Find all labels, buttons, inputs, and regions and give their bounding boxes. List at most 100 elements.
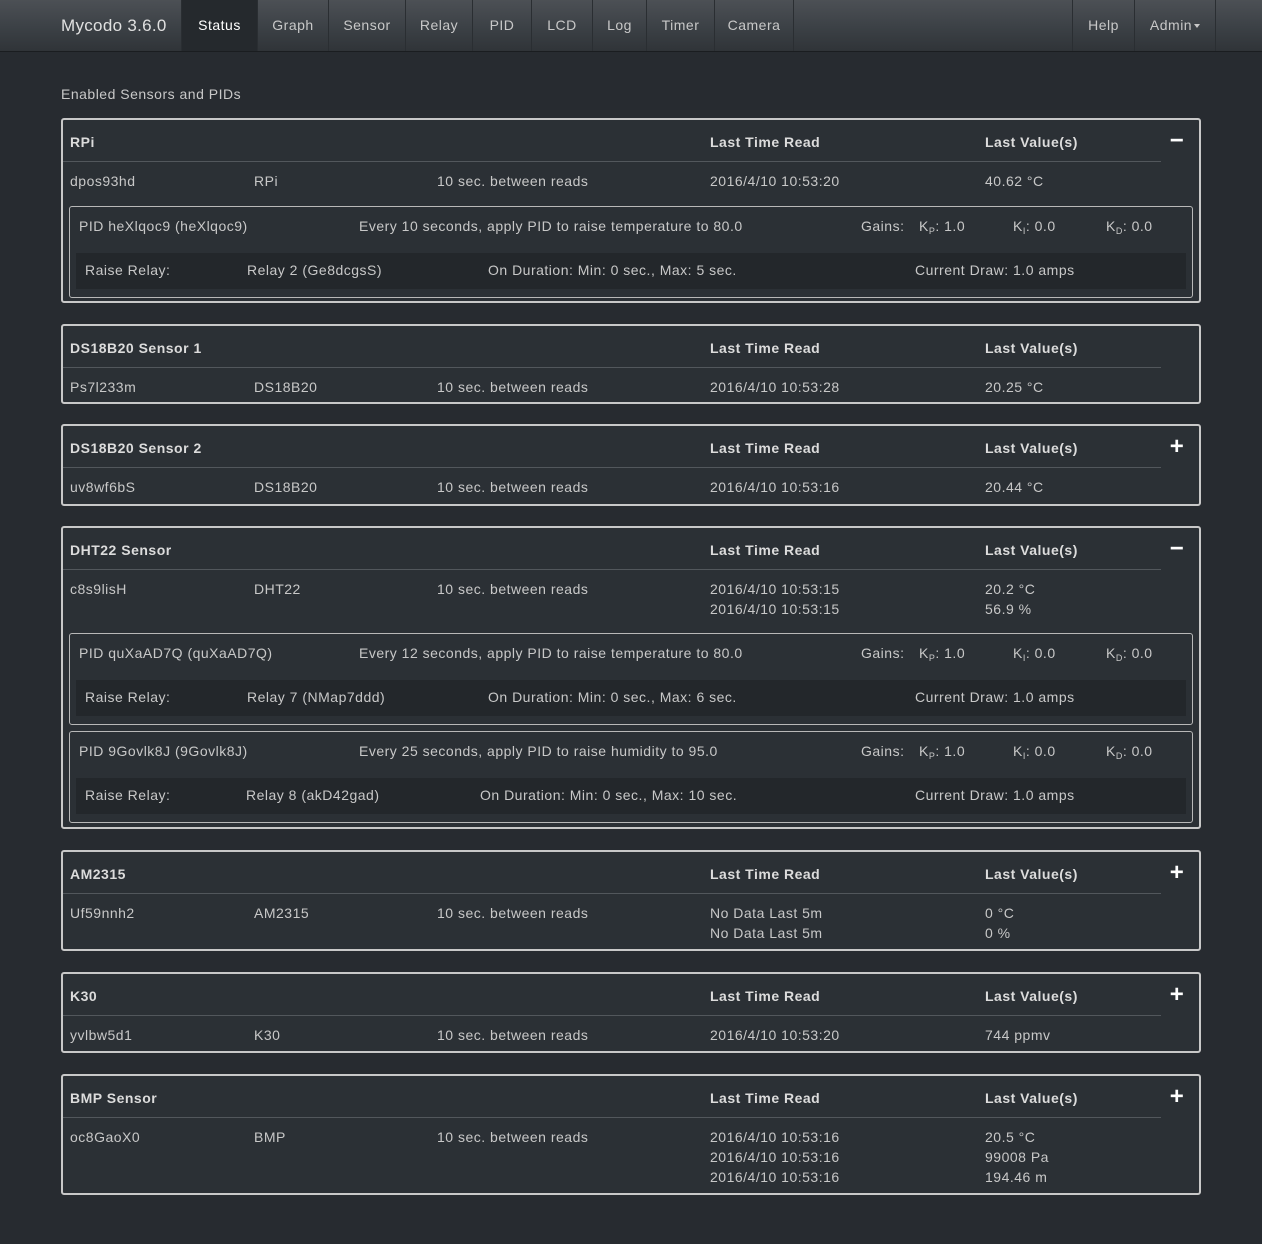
expand-plus-icon[interactable]: + [1167, 983, 1187, 1007]
collapse-minus-icon[interactable]: − [1167, 129, 1187, 153]
collapse-minus-icon[interactable]: − [1167, 537, 1187, 561]
sensor-device: DS18B20 [254, 479, 318, 495]
last-value: 194.46 m [985, 1169, 1048, 1185]
nav-sensor[interactable]: Sensor [328, 0, 405, 51]
pid-title: PID heXlqoc9 (heXlqoc9) [79, 218, 248, 234]
pid-gains-label: Gains: [861, 218, 905, 234]
sensor-name: K30 [70, 988, 98, 1004]
nav-camera[interactable]: Camera [714, 0, 794, 51]
relay-current-draw: Current Draw: 1.0 amps [915, 787, 1075, 803]
navbar: Mycodo 3.6.0 Status Graph Sensor Relay P… [0, 0, 1262, 52]
sensor-panel: K30 Last Time Read Last Value(s) + yvlbw5d1 K… [61, 972, 1201, 1053]
col-last-time-read: Last Time Read [710, 340, 821, 356]
nav-help[interactable]: Help [1072, 0, 1134, 51]
raise-relay-row: Raise Relay: Relay 8 (akD42gad) On Duratio… [76, 778, 1186, 814]
nav-lcd[interactable]: LCD [531, 0, 592, 51]
last-time-read: No Data Last 5m [710, 925, 823, 941]
last-time-read: 2016/4/10 10:53:16 [710, 1149, 840, 1165]
sensor-device: DHT22 [254, 581, 301, 597]
gain-value: : 0.0 [1025, 645, 1056, 661]
col-last-values: Last Value(s) [985, 1090, 1078, 1106]
sensor-device: BMP [254, 1129, 286, 1145]
relay-current-draw: Current Draw: 1.0 amps [915, 689, 1075, 705]
gain-value: : 0.0 [1122, 645, 1153, 661]
sensor-id: yvlbw5d1 [70, 1027, 133, 1043]
last-value: 56.9 % [985, 601, 1032, 617]
col-last-time-read: Last Time Read [710, 988, 821, 1004]
col-last-time-read: Last Time Read [710, 440, 821, 456]
sensor-name: RPi [70, 134, 95, 150]
gain-value: : 1.0 [935, 218, 966, 234]
gain-symbol: K [1013, 218, 1023, 234]
gain-symbol: K [919, 218, 929, 234]
col-last-time-read: Last Time Read [710, 1090, 821, 1106]
relay-duration: On Duration: Min: 0 sec., Max: 5 sec. [488, 262, 737, 278]
nav-status[interactable]: Status [181, 0, 257, 51]
pid-title: PID 9Govlk8J (9Govlk8J) [79, 743, 248, 759]
pid-gains-label: Gains: [861, 743, 905, 759]
pid-box: PID quXaAD7Q (quXaAD7Q) Every 12 seconds,… [69, 633, 1193, 725]
nav-log[interactable]: Log [592, 0, 646, 51]
relay-name: Relay 7 (NMap7ddd) [247, 689, 386, 705]
expand-plus-icon[interactable]: + [1167, 435, 1187, 459]
gain-value: : 1.0 [935, 743, 966, 759]
pid-gain-kd: KD: 0.0 [1106, 218, 1153, 236]
last-time-read: 2016/4/10 10:53:20 [710, 173, 840, 189]
sensor-name: AM2315 [70, 866, 126, 882]
sensor-panel: DHT22 Sensor Last Time Read Last Value(s) −… [61, 526, 1201, 829]
pid-gain-ki: KI: 0.0 [1013, 645, 1056, 663]
gain-symbol: K [1106, 645, 1116, 661]
pid-gain-ki: KI: 0.0 [1013, 218, 1056, 236]
relay-name: Relay 2 (Ge8dcgsS) [247, 262, 383, 278]
last-value: 0 % [985, 925, 1011, 941]
gain-symbol: K [919, 743, 929, 759]
sensor-id: Ps7l233m [70, 379, 137, 395]
col-last-values: Last Value(s) [985, 866, 1078, 882]
gain-symbol: K [1106, 743, 1116, 759]
pid-description: Every 10 seconds, apply PID to raise tem… [359, 218, 743, 234]
sensor-panel: RPi Last Time Read Last Value(s) − dpos93hd R… [61, 118, 1201, 303]
col-last-values: Last Value(s) [985, 134, 1078, 150]
last-value: 20.44 °C [985, 479, 1044, 495]
last-time-read: 2016/4/10 10:53:15 [710, 601, 840, 617]
nav-graph[interactable]: Graph [257, 0, 328, 51]
gain-subscript: D [1115, 653, 1123, 663]
gain-value: : 1.0 [935, 645, 966, 661]
pid-description: Every 25 seconds, apply PID to raise hum… [359, 743, 718, 759]
nav-pid[interactable]: PID [472, 0, 531, 51]
pid-gain-kd: KD: 0.0 [1106, 645, 1153, 663]
sensor-device: RPi [254, 173, 279, 189]
nav-timer[interactable]: Timer [646, 0, 714, 51]
gain-symbol: K [1013, 645, 1023, 661]
gain-subscript: D [1115, 226, 1123, 236]
sensor-device: K30 [254, 1027, 281, 1043]
col-last-values: Last Value(s) [985, 542, 1078, 558]
gain-symbol: K [919, 645, 929, 661]
last-time-read: 2016/4/10 10:53:28 [710, 379, 840, 395]
col-last-values: Last Value(s) [985, 988, 1078, 1004]
caret-down-icon [1194, 24, 1201, 29]
last-value: 20.25 °C [985, 379, 1044, 395]
last-value: 744 ppmv [985, 1027, 1051, 1043]
last-time-read: 2016/4/10 10:53:16 [710, 479, 840, 495]
sensor-device: AM2315 [254, 905, 310, 921]
brand[interactable]: Mycodo 3.6.0 [61, 16, 167, 36]
last-value: 40.62 °C [985, 173, 1044, 189]
last-time-read: No Data Last 5m [710, 905, 823, 921]
pid-gain-kp: KP: 1.0 [919, 743, 965, 761]
nav-admin-dropdown[interactable]: Admin [1134, 0, 1216, 51]
gain-value: : 0.0 [1122, 743, 1153, 759]
expand-plus-icon[interactable]: + [1167, 1085, 1187, 1109]
sensor-period: 10 sec. between reads [437, 905, 589, 921]
gain-subscript: D [1115, 751, 1123, 761]
pid-gains-label: Gains: [861, 645, 905, 661]
col-last-time-read: Last Time Read [710, 866, 821, 882]
gain-value: : 0.0 [1122, 218, 1153, 234]
expand-plus-icon[interactable]: + [1167, 861, 1187, 885]
nav-relay[interactable]: Relay [405, 0, 472, 51]
sensor-panel: BMP Sensor Last Time Read Last Value(s) + oc… [61, 1074, 1201, 1195]
raise-relay-label: Raise Relay: [85, 262, 171, 278]
last-value: 20.2 °C [985, 581, 1036, 597]
relay-duration: On Duration: Min: 0 sec., Max: 6 sec. [488, 689, 737, 705]
sensor-name: DS18B20 Sensor 1 [70, 340, 202, 356]
